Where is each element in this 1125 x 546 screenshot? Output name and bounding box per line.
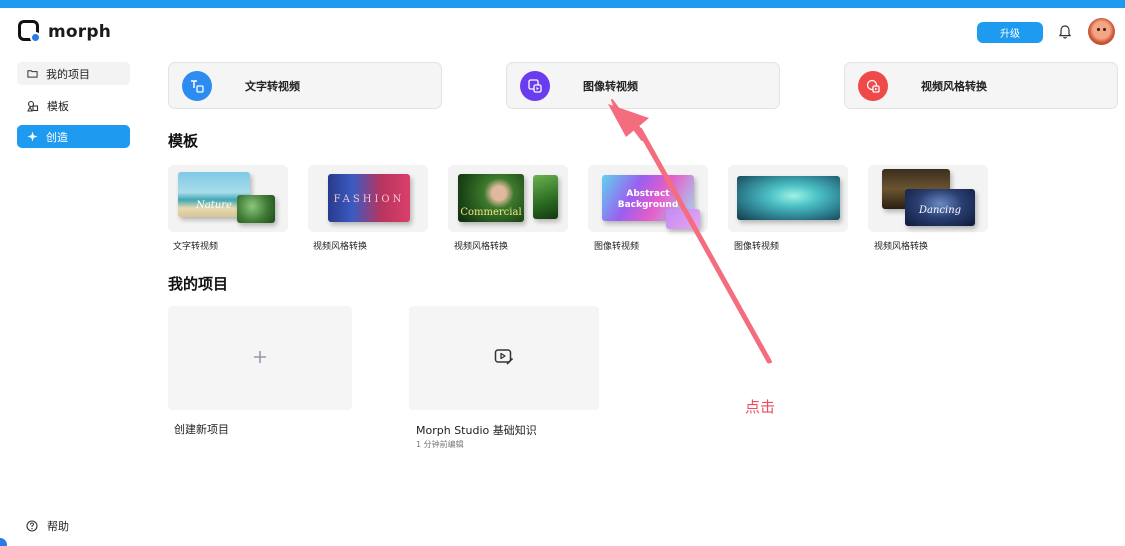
- annotation-text: 点击: [745, 398, 776, 416]
- annotation-arrow: [608, 99, 772, 364]
